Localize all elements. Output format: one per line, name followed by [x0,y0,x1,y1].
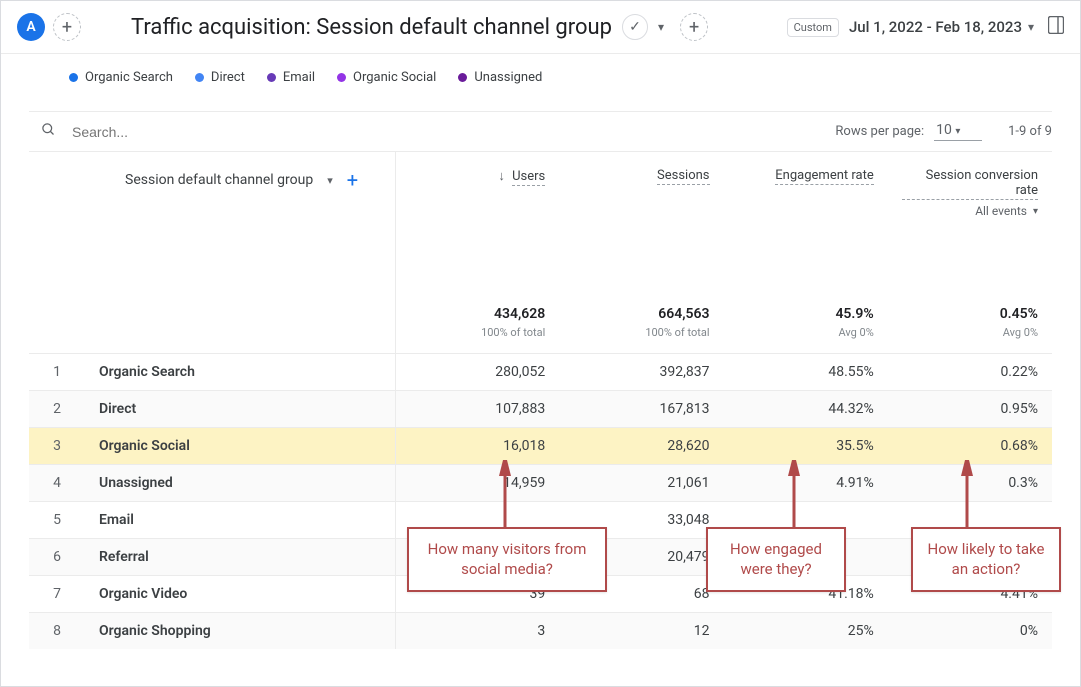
legend-item[interactable]: Unassigned [458,70,542,85]
col-engagement[interactable]: Engagement rate [724,152,888,250]
annotation-action: How likely to take an action? [911,527,1061,592]
legend-dot-icon [458,73,467,82]
row-name: Organic Social [85,428,395,465]
legend: Organic Search Direct Email Organic Social U… [29,54,1052,112]
row-name: Email [85,502,395,539]
annotation-visitors: How many visitors from social media? [407,527,607,592]
arrow-icon [786,460,802,528]
chevron-down-icon: ▾ [327,174,333,187]
row-index: 8 [29,613,85,650]
dimension-selector[interactable]: Session default channel group ▾ + [125,168,381,192]
date-preset-chip: Custom [787,18,839,37]
row-index: 2 [29,391,85,428]
add-comparison-button[interactable]: + [53,13,81,41]
table-row[interactable]: 1Organic Search280,052392,83748.55%0.22% [29,354,1052,391]
row-metric: 0% [888,613,1052,650]
table-row[interactable]: 4Unassigned14,95921,0614.91%0.3% [29,465,1052,502]
row-name: Unassigned [85,465,395,502]
col-conversion[interactable]: Session conversion rate All events▾ [888,152,1052,250]
row-metric: 280,052 [395,354,559,391]
row-metric: 0.68% [888,428,1052,465]
sort-descending-icon: ↓ [498,169,505,184]
legend-label: Email [283,70,315,85]
legend-item[interactable]: Organic Social [337,70,436,85]
search-icon [41,122,56,141]
col-users[interactable]: ↓ Users [395,152,559,250]
add-dimension-button[interactable]: + [347,168,358,192]
legend-item[interactable]: Direct [195,70,245,85]
legend-label: Organic Search [85,70,173,85]
row-metric: 167,813 [559,391,723,428]
col-sessions[interactable]: Sessions [559,152,723,250]
legend-label: Direct [211,70,245,85]
row-metric: 0.95% [888,391,1052,428]
row-metric: 107,883 [395,391,559,428]
conversion-event-selector[interactable]: All events▾ [902,204,1038,218]
avatar[interactable]: A [17,13,45,41]
legend-item[interactable]: Email [267,70,315,85]
legend-item[interactable]: Organic Search [69,70,173,85]
date-range-picker[interactable]: Jul 1, 2022 - Feb 18, 2023 ▾ [849,18,1034,36]
row-metric: 16,018 [395,428,559,465]
row-name: Referral [85,539,395,576]
totals-sub-row: 100% of total 100% of total Avg 0% Avg 0… [29,326,1052,354]
legend-label: Organic Social [353,70,436,85]
annotation-engagement: How engaged were they? [706,527,846,592]
row-index: 7 [29,576,85,613]
row-metric: 0.22% [888,354,1052,391]
row-metric: 392,837 [559,354,723,391]
legend-dot-icon [195,73,204,82]
status-check-icon[interactable]: ✓ [622,14,648,40]
legend-dot-icon [69,73,78,82]
row-metric: 35.5% [724,428,888,465]
legend-dot-icon [337,73,346,82]
row-index: 6 [29,539,85,576]
chevron-down-icon: ▾ [1028,20,1034,34]
row-metric: 3 [395,613,559,650]
legend-dot-icon [267,73,276,82]
row-index: 5 [29,502,85,539]
row-metric: 12 [559,613,723,650]
row-index: 1 [29,354,85,391]
totals-row: 434,628 664,563 45.9% 0.45% [29,250,1052,326]
pagination-range: 1-9 of 9 [1008,124,1052,139]
customize-add-button[interactable]: + [680,13,708,41]
table-row[interactable]: 3Organic Social16,01828,62035.5%0.68% [29,428,1052,465]
row-name: Organic Shopping [85,613,395,650]
side-panel-icon[interactable] [1048,16,1064,38]
row-name: Organic Video [85,576,395,613]
table-row[interactable]: 8Organic Shopping31225%0% [29,613,1052,650]
arrow-icon [959,460,975,528]
row-metric: 28,620 [559,428,723,465]
table-row[interactable]: 2Direct107,883167,81344.32%0.95% [29,391,1052,428]
title-dropdown-icon[interactable]: ▾ [658,20,664,34]
row-metric: 48.55% [724,354,888,391]
row-name: Organic Search [85,354,395,391]
legend-label: Unassigned [474,70,542,85]
row-metric: 21,061 [559,465,723,502]
row-index: 3 [29,428,85,465]
date-range-label: Jul 1, 2022 - Feb 18, 2023 [849,18,1022,36]
search-input[interactable] [70,123,835,141]
rows-per-page-select[interactable]: 10 ▾ [934,122,982,141]
row-metric: 25% [724,613,888,650]
row-index: 4 [29,465,85,502]
row-metric: 44.32% [724,391,888,428]
arrow-icon [497,460,513,528]
dimension-label: Session default channel group [125,172,313,188]
row-metric: 4.91% [724,465,888,502]
rows-per-page-label: Rows per page: [835,124,924,139]
page-title: Traffic acquisition: Session default cha… [131,15,612,40]
row-name: Direct [85,391,395,428]
row-metric: 14,959 [395,465,559,502]
